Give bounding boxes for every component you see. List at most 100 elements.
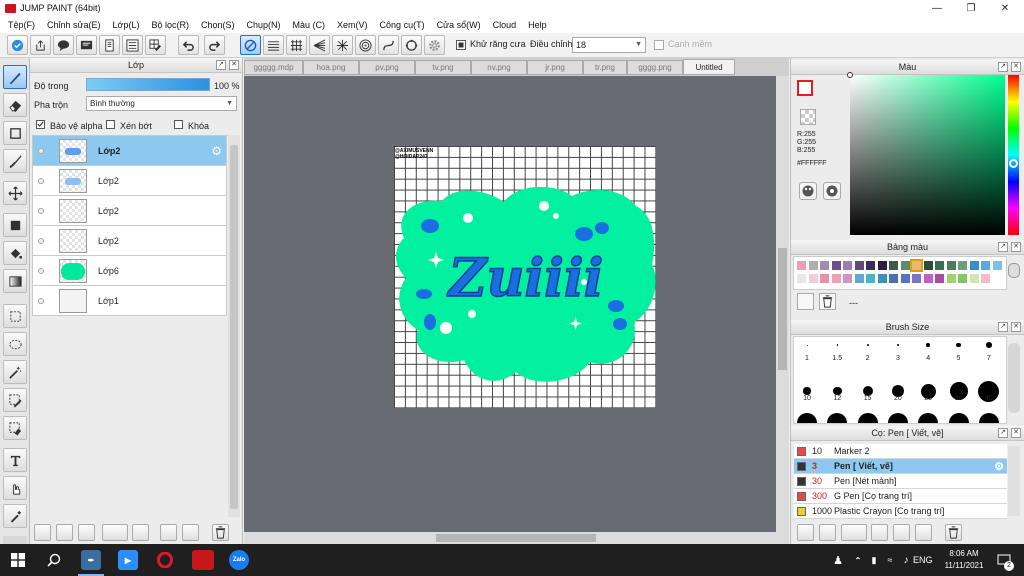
brush-list-scroll[interactable] <box>1008 446 1020 516</box>
comment-button[interactable] <box>53 35 74 55</box>
palette-swatch[interactable] <box>958 261 967 270</box>
snap-circle-button[interactable] <box>401 35 422 55</box>
clock-time[interactable]: 8:06 AM <box>944 549 984 558</box>
snap-radial-button[interactable] <box>332 35 353 55</box>
palette-swatch[interactable] <box>923 274 933 283</box>
layer-item[interactable]: Lớp1 <box>32 286 227 316</box>
palette-swatch[interactable] <box>889 274 898 283</box>
layer-item[interactable]: Lớp2 <box>32 166 227 196</box>
duplicate-brush-button[interactable] <box>915 524 932 541</box>
opacity-slider[interactable] <box>86 78 210 91</box>
brush-size-dot[interactable] <box>926 343 930 347</box>
brush-item[interactable]: 30 Pen [Nét mảnh] <box>794 474 1007 489</box>
canvas-hscroll[interactable] <box>244 532 789 544</box>
new-layer-button[interactable] <box>34 524 51 541</box>
gear-icon[interactable]: ⚙ <box>211 144 222 158</box>
palette-swatch[interactable] <box>866 261 875 270</box>
layer-scrollbar[interactable] <box>228 135 240 517</box>
brush-size-dot[interactable] <box>803 387 811 395</box>
brush-settings-button[interactable] <box>871 524 888 541</box>
close-icon[interactable]: ✕ <box>229 60 239 70</box>
palette-swatch[interactable] <box>797 274 806 283</box>
pen-tool[interactable] <box>3 65 27 89</box>
snap-grid-button[interactable] <box>286 35 307 55</box>
canvas-vscroll-thumb[interactable] <box>778 248 787 370</box>
palette-swatch[interactable] <box>820 261 829 270</box>
canvas-hscroll-thumb[interactable] <box>436 534 596 542</box>
game-app-icon[interactable] <box>192 550 214 570</box>
opera-icon[interactable] <box>155 550 175 570</box>
palette-swatch[interactable] <box>981 261 990 270</box>
palette-swatch[interactable] <box>831 274 841 283</box>
palette-picker-button[interactable] <box>799 182 817 200</box>
brush-size-dot[interactable] <box>836 344 838 346</box>
palette-swatch[interactable] <box>935 274 944 283</box>
palette-swatch[interactable] <box>843 261 852 270</box>
brush-size-dot[interactable] <box>956 342 961 348</box>
palette-swatch[interactable] <box>958 274 967 283</box>
brush-item-selected[interactable]: 3 Pen [ Viết, vẽ] ⚙ <box>794 459 1007 474</box>
undock-icon[interactable]: ↗ <box>998 428 1008 438</box>
menu-tools[interactable]: Công cụ(T) <box>374 20 431 30</box>
tab-file[interactable]: jr.png <box>527 60 583 75</box>
palette-swatch[interactable] <box>877 261 887 270</box>
visibility-icon[interactable] <box>38 147 44 154</box>
brush-size-dot[interactable] <box>866 344 869 346</box>
brush-item[interactable]: 300 G Pen [Cọ trang trí] <box>794 489 1007 504</box>
delete-brush-button[interactable] <box>945 524 962 541</box>
new-brush-button[interactable] <box>819 524 836 541</box>
magic-wand-tool[interactable] <box>3 360 27 384</box>
color-history-button[interactable] <box>823 182 841 200</box>
brush-menu-button[interactable] <box>841 524 867 541</box>
palette-swatch[interactable] <box>969 261 979 270</box>
undock-icon[interactable]: ↗ <box>998 62 1008 72</box>
adjust-select[interactable]: 18 ▼ <box>572 37 646 53</box>
palette-swatch[interactable] <box>923 261 933 270</box>
palette-swatch[interactable] <box>808 261 818 270</box>
brush-size-dot[interactable] <box>857 413 878 423</box>
visibility-icon[interactable] <box>38 297 44 304</box>
color-saturation-field[interactable] <box>847 72 1005 235</box>
snap-parallel-button[interactable] <box>263 35 284 55</box>
undock-icon[interactable]: ↗ <box>216 60 226 70</box>
snap-curve-button[interactable] <box>378 35 399 55</box>
palette-swatch[interactable] <box>946 261 956 270</box>
brush-size-scroll[interactable] <box>1008 343 1020 413</box>
visibility-icon[interactable] <box>38 267 44 274</box>
layer-item[interactable]: Lớp2 ⚙ <box>32 136 227 166</box>
menu-layer[interactable]: Lớp(L) <box>107 20 146 30</box>
language-indicator[interactable]: ENG <box>913 555 933 565</box>
brush-size-dot[interactable] <box>887 413 908 423</box>
toolbox-scroll[interactable] <box>3 536 27 544</box>
foreground-color-swatch[interactable] <box>797 80 813 96</box>
list-button[interactable] <box>122 35 143 55</box>
menu-select[interactable]: Chọn(S) <box>195 20 241 30</box>
zoom-icon[interactable]: ▶ <box>118 550 138 570</box>
palette-swatch[interactable] <box>992 261 1002 270</box>
tab-active-document[interactable]: Untitled <box>683 59 735 75</box>
shape-tool[interactable] <box>3 121 27 145</box>
delete-palette-color-button[interactable] <box>819 293 836 310</box>
smooth-checkbox[interactable] <box>654 40 664 50</box>
close-icon[interactable]: ✕ <box>1011 62 1021 72</box>
palette-scroll[interactable] <box>1008 263 1020 278</box>
color-cursor[interactable] <box>847 72 853 78</box>
brush-size-dot[interactable] <box>827 413 848 423</box>
protect-alpha-checkbox[interactable] <box>36 120 45 129</box>
eyedropper-tool[interactable] <box>3 504 27 528</box>
brush-size-dot[interactable] <box>948 413 969 423</box>
brush-size-dot[interactable] <box>978 413 999 423</box>
menu-view[interactable]: Xem(V) <box>331 20 374 30</box>
eraser-tool[interactable] <box>3 93 27 117</box>
move-tool[interactable] <box>3 181 27 205</box>
tab-file[interactable]: ggggg.mdp <box>244 60 303 75</box>
bucket-tool[interactable] <box>3 241 27 265</box>
palette-swatch[interactable] <box>797 261 806 270</box>
gradient-tool[interactable] <box>3 269 27 293</box>
menu-cloud[interactable]: Cloud <box>487 20 523 30</box>
export-button[interactable] <box>30 35 51 55</box>
canvas-vscroll[interactable] <box>776 76 789 532</box>
palette-swatch[interactable] <box>946 274 956 283</box>
tab-file[interactable]: hoa.png <box>303 60 359 75</box>
brush-size-dot[interactable] <box>797 413 817 423</box>
